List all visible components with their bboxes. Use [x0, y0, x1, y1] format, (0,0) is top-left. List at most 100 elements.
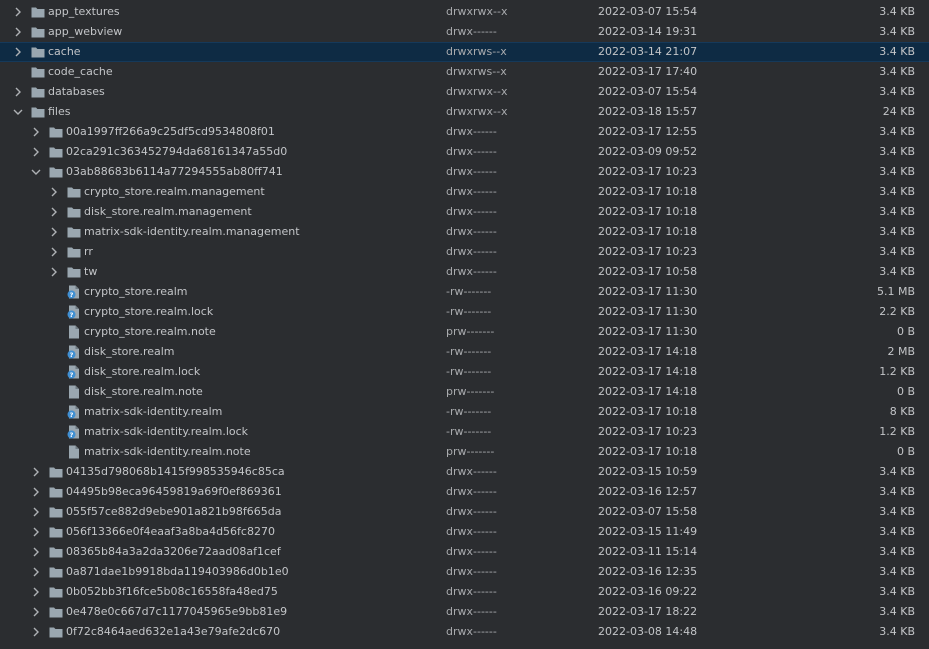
chevron-right-icon[interactable] [48, 222, 60, 242]
svg-text:?: ? [70, 431, 74, 439]
entry-name: matrix-sdk-identity.realm.management [84, 225, 300, 238]
entry-size: 3.4 KB [879, 465, 915, 478]
chevron-right-icon[interactable] [30, 622, 42, 642]
tree-row-folder[interactable]: 00a1997ff266a9c25df5cd9534808f01 drwx----… [0, 122, 929, 142]
chevron-right-icon[interactable] [12, 2, 24, 22]
folder-icon [48, 162, 64, 182]
tree-row-folder[interactable]: databases drwxrwx--x 2022-03-07 15:54 3.4 K… [0, 82, 929, 102]
entry-size: 3.4 KB [879, 25, 915, 38]
chevron-right-icon[interactable] [30, 482, 42, 502]
entry-name: 055f57ce882d9ebe901a821b98f665da [66, 505, 282, 518]
tree-row-folder[interactable]: 02ca291c363452794da68161347a55d0 drwx----… [0, 142, 929, 162]
tree-row-folder[interactable]: 0f72c8464aed632e1a43e79afe2dc670 drwx----… [0, 622, 929, 642]
entry-date: 2022-03-15 11:49 [598, 525, 698, 538]
chevron-right-icon[interactable] [30, 602, 42, 622]
device-file-explorer-tree[interactable]: app_textures drwxrwx--x 2022-03-07 15:54 3.… [0, 0, 929, 649]
tree-row-folder[interactable]: cache drwxrws--x 2022-03-14 21:07 3.4 KB [0, 42, 929, 62]
entry-permissions: -rw------- [446, 305, 492, 318]
chevron-right-icon[interactable] [30, 522, 42, 542]
tree-row-file[interactable]: crypto_store.realm.note prw------- 2022-03… [0, 322, 929, 342]
folder-icon [66, 262, 82, 282]
chevron-right-icon[interactable] [12, 82, 24, 102]
entry-size: 24 KB [882, 105, 915, 118]
tree-row-folder[interactable]: files drwxrwx--x 2022-03-18 15:57 24 KB [0, 102, 929, 122]
entry-permissions: drwx------ [446, 165, 497, 178]
entry-name: matrix-sdk-identity.realm.note [84, 445, 251, 458]
tree-row-folder[interactable]: 04135d798068b1415f998535946c85ca drwx----… [0, 462, 929, 482]
entry-permissions: drwxrwx--x [446, 5, 508, 18]
entry-date: 2022-03-16 12:35 [598, 565, 698, 578]
file-icon [66, 382, 82, 402]
entry-date: 2022-03-07 15:54 [598, 5, 698, 18]
tree-row-folder[interactable]: app_textures drwxrwx--x 2022-03-07 15:54 3.… [0, 2, 929, 22]
entry-permissions: prw------- [446, 385, 495, 398]
tree-row-folder[interactable]: 0b052bb3f16fce5b08c16558fa48ed75 drwx----… [0, 582, 929, 602]
tree-row-folder[interactable]: 055f57ce882d9ebe901a821b98f665da drwx----… [0, 502, 929, 522]
tree-row-folder[interactable]: matrix-sdk-identity.realm.management drwx… [0, 222, 929, 242]
chevron-right-icon[interactable] [48, 182, 60, 202]
chevron-right-icon[interactable] [30, 502, 42, 522]
entry-size: 3.4 KB [879, 585, 915, 598]
folder-icon [30, 82, 46, 102]
tree-row-folder[interactable]: tw drwx------ 2022-03-17 10:58 3.4 KB [0, 262, 929, 282]
chevron-right-icon[interactable] [30, 582, 42, 602]
chevron-right-icon[interactable] [30, 542, 42, 562]
entry-size: 3.4 KB [879, 565, 915, 578]
tree-row-folder[interactable]: rr drwx------ 2022-03-17 10:23 3.4 KB [0, 242, 929, 262]
entry-permissions: drwx------ [446, 245, 497, 258]
tree-row-folder[interactable]: 0a871dae1b9918bda119403986d0b1e0 drwx----… [0, 562, 929, 582]
tree-row-folder[interactable]: disk_store.realm.management drwx------ 202… [0, 202, 929, 222]
tree-row-folder[interactable]: code_cache drwxrws--x 2022-03-17 17:40 3.4 … [0, 62, 929, 82]
entry-size: 3.4 KB [879, 65, 915, 78]
tree-row-folder[interactable]: 03ab88683b6114a77294555ab80ff741 drwx----… [0, 162, 929, 182]
file-icon [66, 442, 82, 462]
tree-row-file[interactable]: ? crypto_store.realm.lock -rw------- 2022-0… [0, 302, 929, 322]
entry-date: 2022-03-17 10:58 [598, 265, 698, 278]
chevron-right-icon[interactable] [30, 562, 42, 582]
entry-size: 3.4 KB [879, 185, 915, 198]
tree-row-folder[interactable]: app_webview drwx------ 2022-03-14 19:31 3.4… [0, 22, 929, 42]
tree-row-folder[interactable]: 04495b98eca96459819a69f0ef869361 drwx----… [0, 482, 929, 502]
tree-row-file[interactable]: ? crypto_store.realm -rw------- 2022-03-17 … [0, 282, 929, 302]
chevron-right-icon[interactable] [30, 122, 42, 142]
entry-permissions: -rw------- [446, 405, 492, 418]
entry-name: 02ca291c363452794da68161347a55d0 [66, 145, 288, 158]
tree-row-file[interactable]: ? disk_store.realm -rw------- 2022-03-17 14… [0, 342, 929, 362]
chevron-right-icon[interactable] [48, 202, 60, 222]
entry-permissions: drwx------ [446, 605, 497, 618]
file-icon [66, 322, 82, 342]
entry-permissions: prw------- [446, 445, 495, 458]
entry-size: 0 B [896, 325, 915, 338]
tree-row-folder[interactable]: 08365b84a3a2da3206e72aad08af1cef drwx----… [0, 542, 929, 562]
tree-row-file[interactable]: ? matrix-sdk-identity.realm -rw------- 2022… [0, 402, 929, 422]
chevron-down-icon[interactable] [12, 102, 24, 122]
chevron-right-icon[interactable] [12, 43, 24, 61]
chevron-right-icon[interactable] [30, 462, 42, 482]
unknown-file-icon: ? [66, 282, 82, 302]
entry-size: 3.4 KB [879, 625, 915, 638]
entry-date: 2022-03-17 11:30 [598, 325, 698, 338]
entry-name: 00a1997ff266a9c25df5cd9534808f01 [66, 125, 275, 138]
chevron-right-icon[interactable] [48, 262, 60, 282]
svg-text:?: ? [70, 291, 74, 299]
chevron-down-icon[interactable] [30, 162, 42, 182]
tree-row-folder[interactable]: 0e478e0c667d7c1177045965e9bb81e9 drwx----… [0, 602, 929, 622]
tree-row-folder[interactable]: crypto_store.realm.management drwx------ 2… [0, 182, 929, 202]
entry-permissions: drwx------ [446, 185, 497, 198]
entry-name: 04495b98eca96459819a69f0ef869361 [66, 485, 282, 498]
tree-row-file[interactable]: ? matrix-sdk-identity.realm.lock -rw------… [0, 422, 929, 442]
entry-size: 3.4 KB [879, 205, 915, 218]
folder-icon [66, 242, 82, 262]
tree-row-file[interactable]: disk_store.realm.note prw------- 2022-03-1… [0, 382, 929, 402]
entry-permissions: drwx------ [446, 465, 497, 478]
chevron-right-icon[interactable] [30, 142, 42, 162]
tree-row-file[interactable]: matrix-sdk-identity.realm.note prw-------… [0, 442, 929, 462]
entry-size: 0 B [896, 445, 915, 458]
chevron-right-icon[interactable] [12, 22, 24, 42]
entry-size: 1.2 KB [879, 365, 915, 378]
entry-name: 04135d798068b1415f998535946c85ca [66, 465, 285, 478]
entry-size: 5.1 MB [876, 285, 915, 298]
tree-row-file[interactable]: ? disk_store.realm.lock -rw------- 2022-03-… [0, 362, 929, 382]
chevron-right-icon[interactable] [48, 242, 60, 262]
tree-row-folder[interactable]: 056f13366e0f4eaaf3a8ba4d56fc8270 drwx----… [0, 522, 929, 542]
